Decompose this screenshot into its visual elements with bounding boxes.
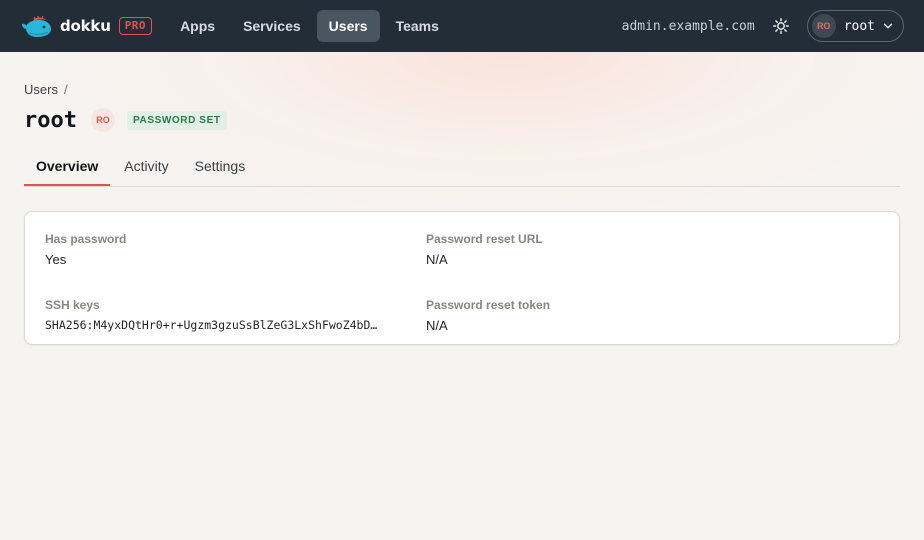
nav-item-services[interactable]: Services <box>231 10 313 42</box>
breadcrumb-separator: / <box>63 82 68 97</box>
page-title: root <box>24 107 77 133</box>
has-password-label: Has password <box>45 232 127 246</box>
password-reset-token-label: Password reset token <box>426 298 551 312</box>
user-avatar: RO <box>90 108 115 132</box>
breadcrumb-users-link[interactable]: Users <box>24 82 58 97</box>
user-menu-name: root <box>843 18 875 34</box>
title-row: root RO PASSWORD SET <box>24 105 900 135</box>
breadcrumb: Users / <box>24 82 900 97</box>
password-reset-url-field: Password reset URL N/A <box>426 232 879 278</box>
ssh-keys-field: SSH keys SHA256:M4yxDQtHr0+r+Ugzm3gzuSsB… <box>45 298 426 344</box>
user-menu-button[interactable]: RO root <box>806 10 904 42</box>
password-reset-url-label: Password reset URL <box>426 232 543 246</box>
tab-settings[interactable]: Settings <box>183 147 258 186</box>
avatar: RO <box>811 14 836 38</box>
has-password-field: Has password Yes <box>45 232 426 278</box>
chevron-down-icon <box>883 23 893 29</box>
password-reset-token-value: N/A <box>426 318 448 333</box>
host-name: admin.example.com <box>621 18 755 34</box>
has-password-value: Yes <box>45 252 67 267</box>
ssh-keys-label: SSH keys <box>45 298 100 312</box>
password-reset-token-field: Password reset token N/A <box>426 298 879 344</box>
sun-icon[interactable] <box>772 18 789 34</box>
top-navigation-bar: dokku PRO Apps Services Users Teams admi… <box>0 0 924 52</box>
password-reset-url-value: N/A <box>426 252 448 267</box>
brand[interactable]: dokku PRO <box>20 13 153 39</box>
whale-logo-icon <box>22 15 51 37</box>
tab-activity[interactable]: Activity <box>112 147 180 186</box>
nav-item-teams[interactable]: Teams <box>384 10 451 42</box>
status-badge: PASSWORD SET <box>126 110 227 130</box>
nav-item-users[interactable]: Users <box>316 10 380 42</box>
user-details-card: Has password Yes Password reset URL N/A … <box>24 211 900 345</box>
ssh-key-value: SHA256:M4yxDQtHr0+r+Ugzm3gzuSsBlZeG3LxSh… <box>45 318 378 332</box>
main-nav: Apps Services Users Teams <box>168 10 455 42</box>
tab-overview[interactable]: Overview <box>24 147 111 186</box>
brand-name: dokku <box>60 17 111 35</box>
tab-bar: Overview Activity Settings <box>24 147 900 187</box>
pro-badge: PRO <box>118 17 153 35</box>
main-content: Users / root RO PASSWORD SET Overview Ac… <box>24 52 900 345</box>
nav-item-apps[interactable]: Apps <box>168 10 227 42</box>
